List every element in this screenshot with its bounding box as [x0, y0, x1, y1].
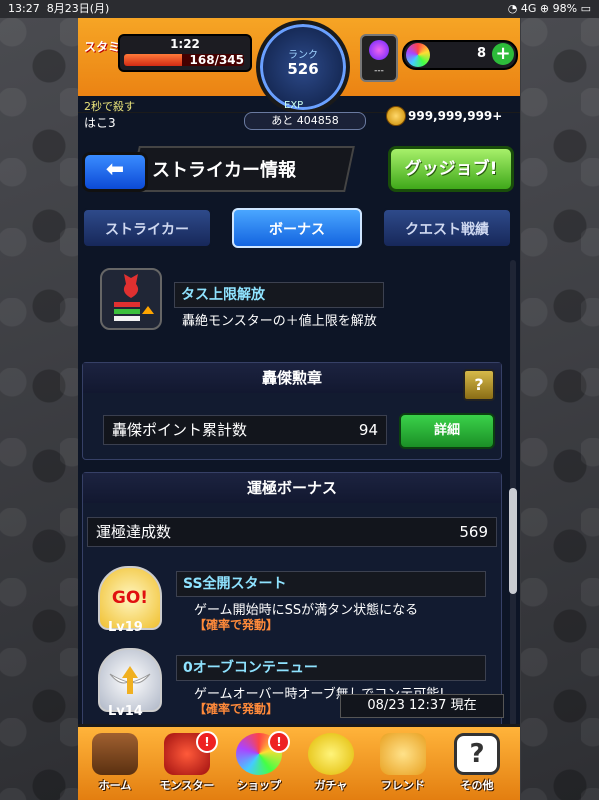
nav-home[interactable]: ホーム	[80, 733, 150, 797]
item-level: Lv14	[108, 704, 143, 719]
nav-gacha[interactable]: ガチャ	[296, 733, 366, 797]
rank-value: 526	[287, 60, 319, 78]
status-date: 8月23日(月)	[46, 2, 110, 15]
alert-badge: !	[268, 731, 290, 753]
gouketsu-title: 轟傑勲章	[83, 363, 501, 393]
help-button[interactable]: ?	[463, 369, 495, 401]
go-icon-text: GO!	[111, 588, 149, 608]
battery-icon: ▭	[580, 2, 591, 15]
status-time: 13:27	[8, 2, 40, 15]
nav-label: フレンド	[381, 779, 425, 792]
orb-icon	[406, 43, 430, 67]
unkyoku-count-row: 運極達成数 569	[87, 517, 497, 547]
coin-count: 999,999,999+	[408, 109, 503, 123]
devil-icon	[100, 268, 162, 330]
stamina-value: 168/345	[189, 53, 244, 67]
bottom-nav: ホーム モンスター ! ショップ ! ガチャ フレンド ? その他	[78, 724, 520, 800]
lock-icon: ⊕	[539, 2, 550, 15]
stone-wall-right	[521, 18, 599, 800]
nav-shop[interactable]: ショップ !	[224, 731, 294, 797]
network-label: 4G	[520, 2, 537, 15]
detail-button[interactable]: 詳細	[399, 413, 495, 449]
stone-wall-left	[0, 18, 78, 800]
status-bar: 13:27 8月23日(月) ◔ 4G ⊕ 98% ▭	[0, 0, 599, 18]
count-label: 運極達成数	[96, 523, 172, 541]
exp-remaining: あと 404858	[244, 112, 366, 130]
points-label: 轟傑ポイント累計数	[112, 421, 248, 439]
nav-label: ガチャ	[314, 779, 348, 792]
unkyoku-title: 運極ボーナス	[83, 473, 501, 503]
item-level: Lv19	[108, 620, 143, 635]
exp-label: EXP	[284, 100, 304, 111]
stamina-box: 1:22 168/345	[118, 34, 252, 72]
battery-label: 98%	[552, 2, 578, 15]
egg-button[interactable]: ---	[360, 34, 398, 82]
coin-icon	[386, 106, 406, 126]
egg-icon	[369, 40, 389, 60]
egg-count: ---	[374, 66, 384, 76]
scroll-thumb[interactable]	[509, 488, 517, 594]
tab-bar: ストライカー ボーナス クエスト戦績	[78, 208, 520, 252]
player-name: はこ3	[84, 116, 116, 130]
tab-bonus[interactable]: ボーナス	[232, 208, 362, 248]
page-title: ストライカー情報	[152, 160, 296, 181]
tab-striker[interactable]: ストライカー	[82, 208, 212, 248]
nav-label: その他	[460, 779, 494, 792]
tab-quest-record[interactable]: クエスト戦績	[382, 208, 512, 248]
bonus-item-prob: 【確率で発動】	[194, 618, 279, 632]
home-icon	[92, 733, 138, 775]
title-row: ⬅ ストライカー情報 グッジョブ!	[78, 140, 520, 200]
bonus-name: タス上限解放	[174, 282, 384, 308]
good-job-button[interactable]: グッジョブ!	[388, 146, 514, 192]
add-orb-button[interactable]: +	[492, 43, 514, 65]
orb-count: 8	[476, 46, 486, 61]
bonus-content: タス上限解放 轟絶モンスターの＋値上限を解放 轟傑勲章 ? 轟傑ポイント累計数 …	[78, 260, 508, 740]
player-title: 2秒で殺す	[84, 100, 135, 113]
friend-balloon-icon	[380, 733, 426, 775]
gouketsu-panel: 轟傑勲章 ? 轟傑ポイント累計数 94 詳細	[82, 362, 502, 460]
points-value: 94	[358, 421, 378, 439]
stamina-timer: 1:22	[170, 37, 200, 51]
orb-counter: 8 +	[402, 40, 518, 70]
bonus-item-name: SS全開スタート	[176, 571, 486, 597]
nav-label: ショップ	[237, 779, 281, 792]
count-value: 569	[459, 523, 488, 541]
wing-icon	[98, 648, 162, 712]
nav-monster[interactable]: モンスター !	[152, 731, 222, 797]
gouketsu-points-row: 轟傑ポイント累計数 94	[103, 415, 387, 445]
bonus-desc: 轟絶モンスターの＋値上限を解放	[182, 314, 377, 329]
bonus-item-prob: 【確率で発動】	[194, 702, 279, 716]
question-icon: ?	[454, 733, 500, 775]
nav-friend[interactable]: フレンド	[368, 733, 438, 797]
game-screen: スタミナ 1:22 168/345 ランク 526 --- 8 + EXP あと…	[78, 18, 520, 800]
alert-badge: !	[196, 731, 218, 753]
timestamp: 08/23 12:37 現在	[340, 694, 504, 718]
wifi-icon: ◔	[507, 2, 518, 15]
back-button[interactable]: ⬅	[82, 152, 148, 192]
header: スタミナ 1:22 168/345 ランク 526 --- 8 +	[78, 18, 520, 114]
nav-label: モンスター	[159, 779, 215, 792]
nav-label: ホーム	[98, 779, 132, 792]
gacha-icon	[308, 733, 354, 775]
rank-label: ランク	[288, 50, 318, 61]
nav-other[interactable]: ? その他	[442, 733, 512, 797]
bonus-item-name: 0オーブコンテニュー	[176, 655, 486, 681]
